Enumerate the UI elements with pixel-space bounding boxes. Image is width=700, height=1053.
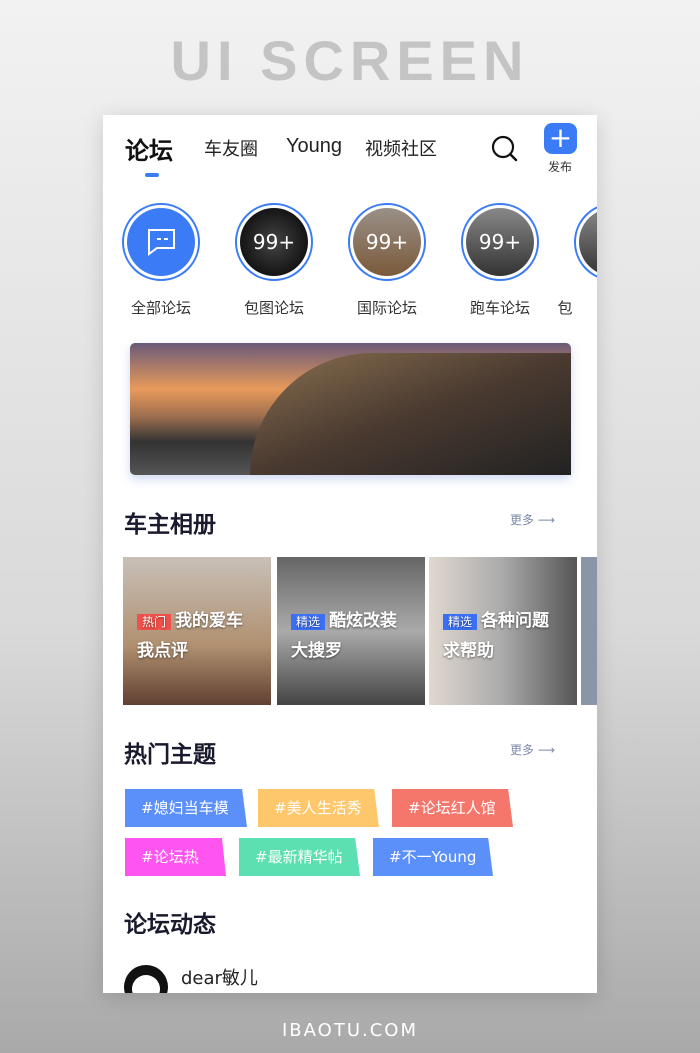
hero-title: UI SCREEN (170, 29, 530, 92)
phone-screen: 论坛 车友圈 Young 视频社区 + 发布 99+ 99+ 99+ 9 全部论… (103, 115, 597, 993)
arrow-right-icon: ⟶ (537, 513, 556, 527)
more-label: 更多 (510, 513, 535, 527)
topic-tag[interactable]: #论坛红人馆 (392, 789, 513, 827)
topic-tag[interactable]: #媳妇当车模 (125, 789, 247, 827)
forum-intl[interactable]: 99+ (348, 203, 426, 281)
publish-button[interactable]: + (544, 123, 577, 154)
album-card[interactable]: 精选 酷炫改装大搜罗 (277, 557, 425, 705)
banner-image[interactable] (130, 343, 571, 475)
topic-tag[interactable]: #最新精华帖 (239, 838, 360, 876)
tab-fade (455, 125, 485, 175)
publish-label: 发布 (547, 160, 572, 174)
forum-all[interactable] (122, 203, 200, 281)
tab-forum[interactable]: 论坛 (125, 131, 173, 166)
plus-icon: + (548, 121, 573, 154)
tab-video-community[interactable]: 视频社区 (365, 135, 437, 161)
tab-young[interactable]: Young (286, 135, 342, 158)
forum-label: 包 (557, 299, 573, 317)
forum-label: 包图论坛 (243, 299, 304, 317)
card-title: 酷炫改装 (329, 611, 398, 631)
album-title: 车主相册 (124, 512, 216, 538)
card-subtitle: 大搜罗 (291, 641, 342, 661)
forum-label: 国际论坛 (356, 299, 417, 317)
more-label: 更多 (510, 743, 535, 757)
arrow-right-icon: ⟶ (537, 743, 556, 757)
avatar[interactable] (124, 965, 168, 993)
card-subtitle: 求帮助 (443, 641, 494, 661)
topic-tag[interactable]: #美人生活秀 (258, 789, 379, 827)
card-subtitle: 我点评 (137, 641, 188, 661)
topics-title: 热门主题 (124, 742, 216, 768)
album-card[interactable]: 精选 各种问题求帮助 (429, 557, 577, 705)
forum-label: 全部论坛 (130, 299, 191, 317)
tab-car-friends[interactable]: 车友圈 (204, 135, 258, 161)
badge: 热门 (137, 614, 172, 630)
footer-watermark: IBAOTU.COM (282, 1020, 418, 1041)
forum-sports[interactable]: 99+ (461, 203, 539, 281)
chat-icon (127, 208, 195, 276)
search-icon[interactable] (491, 135, 519, 163)
album-more-link[interactable]: 更多 ⟶ (510, 511, 555, 528)
card-title: 我的爱车 (175, 611, 244, 631)
feed-title: 论坛动态 (124, 912, 216, 938)
topic-tag[interactable]: #不一Young (373, 838, 493, 876)
username[interactable]: dear敏儿 (181, 964, 258, 990)
active-tab-indicator (145, 173, 159, 177)
badge: 精选 (443, 614, 478, 630)
card-title: 各种问题 (481, 611, 550, 631)
album-card[interactable]: 热门 我的爱车我点评 (123, 557, 271, 705)
forum-baotu[interactable]: 99+ (235, 203, 313, 281)
forum-partial[interactable]: 9 (574, 203, 597, 281)
topic-tag[interactable]: #论坛热帖 (125, 838, 226, 876)
album-card-partial[interactable] (581, 557, 597, 705)
topics-more-link[interactable]: 更多 ⟶ (510, 741, 555, 758)
car-shape (250, 353, 571, 475)
badge: 精选 (291, 614, 326, 630)
